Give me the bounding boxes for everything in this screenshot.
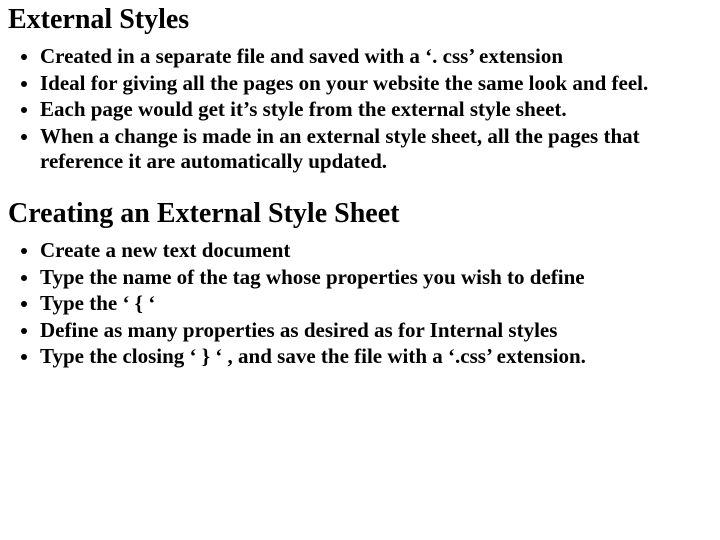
bullet-list-2: Create a new text document Type the name… <box>8 238 712 371</box>
list-item: Created in a separate file and saved wit… <box>40 44 712 71</box>
list-item: Create a new text document <box>40 238 712 265</box>
list-item: When a change is made in an external sty… <box>40 124 712 176</box>
list-item: Define as many properties as desired as … <box>40 318 712 345</box>
bullet-list-1: Created in a separate file and saved wit… <box>8 44 712 176</box>
list-item: Type the name of the tag whose propertie… <box>40 265 712 292</box>
list-item: Type the ‘ { ‘ <box>40 291 712 318</box>
list-item: Type the closing ‘ } ‘ , and save the fi… <box>40 344 712 371</box>
list-item: Each page would get it’s style from the … <box>40 97 712 124</box>
slide-page: External Styles Created in a separate fi… <box>0 0 720 401</box>
section-heading-1: External Styles <box>8 4 712 36</box>
section-heading-2: Creating an External Style Sheet <box>8 198 712 230</box>
list-item: Ideal for giving all the pages on your w… <box>40 71 712 98</box>
